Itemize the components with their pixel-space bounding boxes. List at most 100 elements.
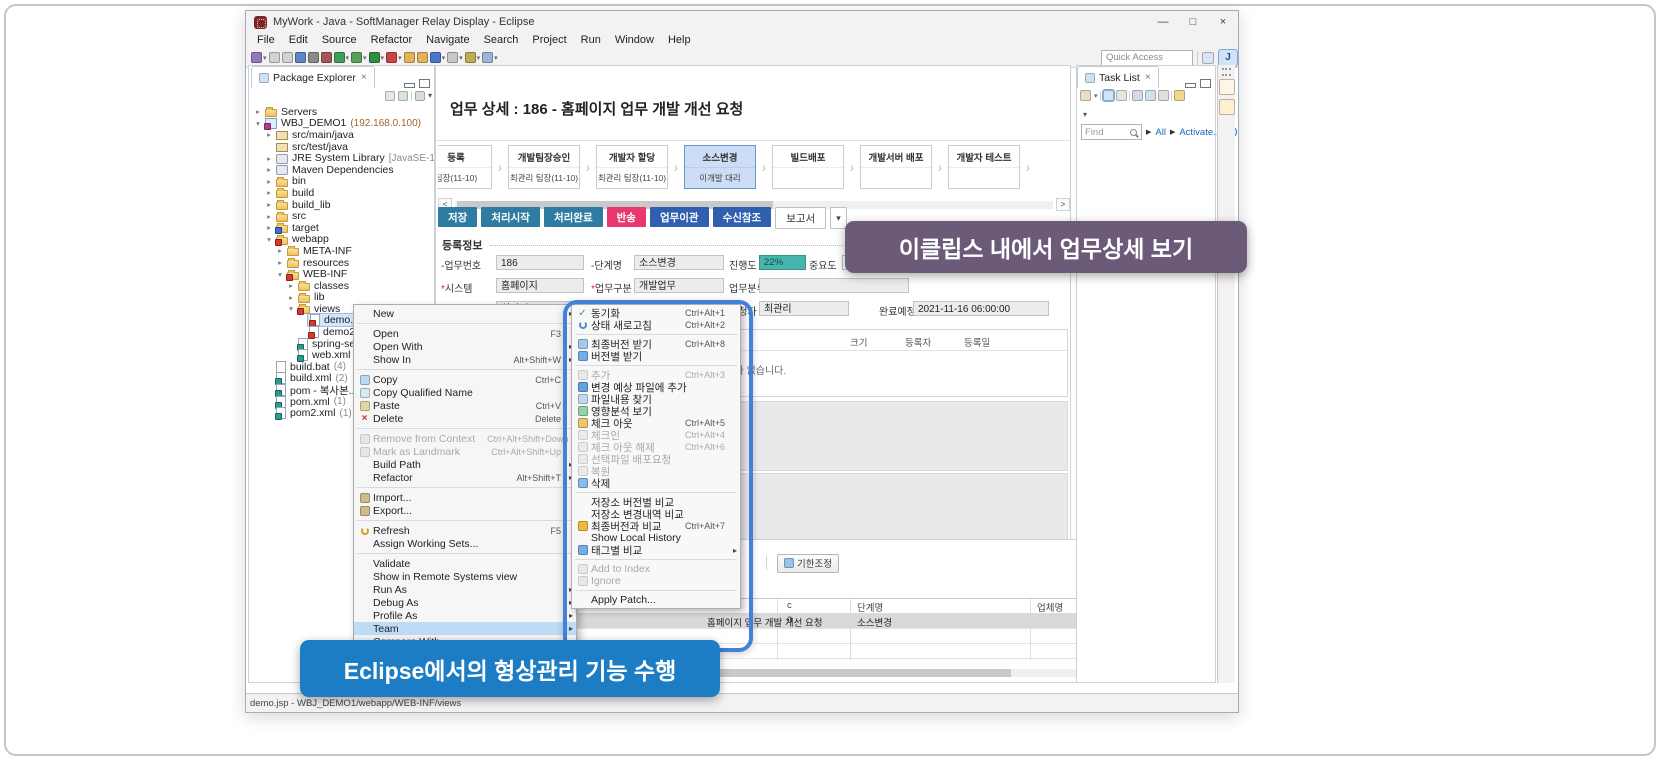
action-button-수신참조[interactable]: 수신참조 (713, 207, 772, 227)
tree-item-bin[interactable]: ▸bin (249, 176, 434, 188)
context-menu-item-export[interactable]: Export... (354, 504, 576, 517)
action-button-반송[interactable]: 반송 (607, 207, 646, 227)
expand-icon[interactable]: ▸ (275, 258, 285, 267)
workflow-step-개발자-할당[interactable]: 개발자 할당최관리 팀장(11-10) (596, 145, 668, 189)
workflow-step-소스변경[interactable]: 소스변경이개발 대리 (684, 145, 756, 189)
workflow-step-개발서버-배포[interactable]: 개발서버 배포 (860, 145, 932, 189)
new-wizard-icon[interactable]: ▾ (251, 50, 267, 66)
action-button-처리시작[interactable]: 처리시작 (481, 207, 540, 227)
form-field-단계명[interactable]: 소스변경 (634, 255, 724, 270)
report-button[interactable]: 보고서 (775, 207, 826, 229)
scheduled-icon[interactable] (1116, 90, 1127, 101)
context-menu-item-run-as[interactable]: Run As▸ (354, 583, 576, 596)
form-field-시스템[interactable]: 홈페이지 (496, 278, 584, 293)
open-folder-icon[interactable] (404, 50, 415, 66)
expand-icon[interactable]: ▸ (275, 246, 285, 255)
new-task-icon[interactable] (1080, 90, 1091, 101)
menu-help[interactable]: Help (661, 33, 698, 48)
console-icon[interactable] (295, 50, 306, 66)
context-menu-item-copy[interactable]: CopyCtrl+C (354, 373, 576, 386)
collapse-icon[interactable]: ▾ (275, 270, 285, 279)
open-search-view-icon[interactable] (1219, 99, 1235, 115)
context-menu-item-profile-as[interactable]: Profile As▸ (354, 609, 576, 622)
web-browser-icon[interactable]: ▾ (334, 50, 350, 66)
context-menu-item-paste[interactable]: PasteCtrl+V (354, 399, 576, 412)
context-menu-item-delete[interactable]: ×DeleteDelete (354, 412, 576, 425)
build-icon[interactable] (321, 50, 332, 66)
minimize-panel-icon[interactable] (1185, 83, 1196, 88)
context-menu-item-open-with[interactable]: Open With▸ (354, 340, 576, 353)
form-field-업무번호[interactable]: 186 (496, 255, 584, 270)
workflow-step-개발팀장승인[interactable]: 개발팀장승인최관리 팀장(11-10) (508, 145, 580, 189)
team-submenu-item-최종버전과-비교[interactable]: 최종버전과 비교Ctrl+Alt+7 (572, 520, 740, 532)
run-icon[interactable]: ▾ (369, 50, 385, 66)
team-submenu-item-삭제[interactable]: 삭제 (572, 477, 740, 489)
java-perspective-button[interactable]: J (1218, 49, 1238, 67)
minimize-panel-icon[interactable] (404, 83, 415, 88)
title-bar[interactable]: MyWork - Java - SoftManager Relay Displa… (246, 11, 1238, 33)
menu-search[interactable]: Search (477, 33, 526, 48)
expand-icon[interactable]: ▸ (264, 200, 274, 209)
context-menu-item-assign-working-sets[interactable]: Assign Working Sets... (354, 537, 576, 550)
close-icon[interactable]: × (1145, 72, 1151, 83)
maximize-panel-icon[interactable] (1200, 79, 1211, 88)
expand-icon[interactable]: ▸ (264, 177, 274, 186)
menu-navigate[interactable]: Navigate (419, 33, 476, 48)
debug-icon[interactable]: ▾ (351, 50, 367, 66)
tree-item-classes[interactable]: ▸classes (249, 280, 434, 292)
expand-icon[interactable]: ▸ (264, 130, 274, 139)
workflow-step-빌드배포[interactable]: 빌드배포 (772, 145, 844, 189)
expand-icon[interactable]: ▸ (286, 281, 296, 290)
expand-icon[interactable]: ▸ (286, 293, 296, 302)
context-menu-item-copy-qualified-name[interactable]: Copy Qualified Name (354, 386, 576, 399)
expand-icon[interactable]: ▸ (264, 188, 274, 197)
find-input[interactable]: Find (1081, 124, 1142, 140)
context-menu-item-refresh[interactable]: RefreshF5 (354, 524, 576, 537)
close-icon[interactable]: × (361, 72, 367, 83)
action-button-처리완료[interactable]: 처리완료 (544, 207, 603, 227)
tree-item-wbj-demo1[interactable]: ▾WBJ_DEMO1(192.168.0.100) (249, 118, 434, 130)
expand-icon[interactable]: ▸ (264, 165, 274, 174)
tree-item-src[interactable]: ▸src (249, 210, 434, 222)
collapse-icon[interactable]: ▾ (253, 119, 263, 128)
context-menu-item-import[interactable]: Import... (354, 491, 576, 504)
tree-item-build[interactable]: ▸build (249, 187, 434, 199)
expand-icon[interactable]: ▶ (1146, 128, 1151, 136)
filter-icon[interactable] (1145, 90, 1156, 101)
tab-task-list[interactable]: Task List × (1077, 66, 1159, 88)
categorized-icon[interactable] (1103, 90, 1114, 101)
tree-item-src-main-java[interactable]: ▸src/main/java (249, 129, 434, 141)
context-menu-item-open[interactable]: OpenF3 (354, 327, 576, 340)
tree-item-webapp[interactable]: ▾webapp (249, 234, 434, 246)
link-with-editor-icon[interactable] (398, 91, 408, 101)
filters-icon[interactable] (415, 91, 425, 101)
maximize-button[interactable]: □ (1178, 11, 1208, 33)
form-field-완료예정일[interactable]: 2021-11-16 06:00:00 (913, 301, 1049, 316)
select-icon[interactable] (308, 50, 319, 66)
tree-item-resources[interactable]: ▸resources (249, 257, 434, 269)
chevron-down-icon[interactable]: ▾ (1094, 92, 1098, 100)
tree-item-web-inf[interactable]: ▾WEB-INF (249, 268, 434, 280)
context-menu-item-refactor[interactable]: RefactorAlt+Shift+T▸ (354, 471, 576, 484)
focus-icon[interactable] (1132, 90, 1143, 101)
stop-icon[interactable]: ▾ (386, 50, 402, 66)
maximize-panel-icon[interactable] (419, 79, 430, 88)
context-menu-item-build-path[interactable]: Build Path▸ (354, 458, 576, 471)
tree-item-servers[interactable]: ▸Servers (249, 106, 434, 118)
toolbar-overflow-icon[interactable]: ▾ (1083, 110, 1087, 119)
deadline-adjust-button[interactable]: 기한조정 (777, 554, 839, 573)
expand-icon[interactable]: ▸ (253, 107, 263, 116)
form-field-진행도[interactable]: 22% (759, 255, 806, 270)
quick-access-input[interactable]: Quick Access (1101, 50, 1193, 66)
action-button-저장[interactable]: 저장 (438, 207, 477, 227)
expand-icon[interactable]: ▶ (1170, 128, 1175, 136)
menu-source[interactable]: Source (315, 33, 364, 48)
tree-item-lib[interactable]: ▸lib (249, 292, 434, 304)
minimize-button[interactable]: — (1148, 11, 1178, 33)
view-menu-icon[interactable]: ▾ (428, 91, 432, 100)
menu-window[interactable]: Window (608, 33, 661, 48)
search-icon[interactable]: ▾ (430, 50, 446, 66)
drag-handle-icon[interactable] (1222, 68, 1231, 76)
collapse-icon[interactable]: ▾ (286, 304, 296, 313)
collapse-icon[interactable]: ▾ (264, 235, 274, 244)
